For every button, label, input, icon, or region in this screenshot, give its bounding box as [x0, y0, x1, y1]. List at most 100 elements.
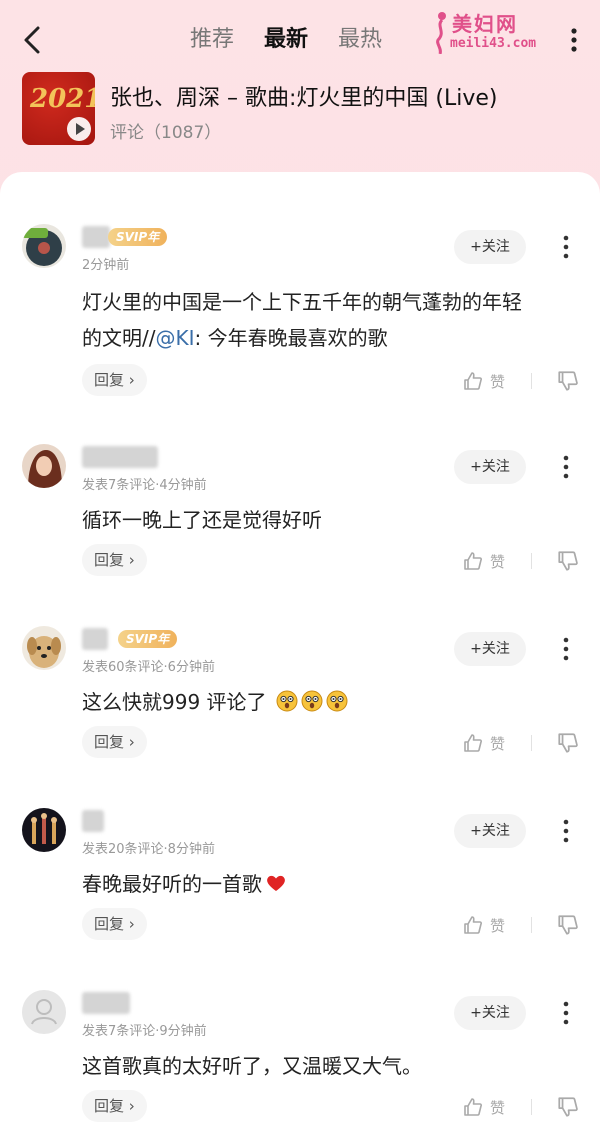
comment-text-body: 这么快就999 评论了: [82, 690, 267, 714]
top-bar: 推荐 最新 最热 美妇网 meili43.com: [0, 0, 600, 80]
play-icon[interactable]: [67, 117, 91, 141]
chevron-right-icon: ›: [128, 1097, 135, 1115]
divider: [531, 735, 532, 751]
thumbs-down-icon[interactable]: [556, 1095, 580, 1119]
reply-button[interactable]: 回复 ›: [82, 726, 147, 758]
follow-button[interactable]: +关注: [454, 230, 526, 264]
comment-more-icon[interactable]: [560, 636, 572, 662]
comment-meta: 2分钟前: [82, 258, 130, 273]
song-cover[interactable]: 2021: [22, 72, 95, 145]
thumbs-up-icon: [464, 1098, 482, 1116]
tab-recommended[interactable]: 推荐: [190, 24, 234, 56]
comment-meta: 发表7条评论·9分钟前: [82, 1024, 207, 1039]
avatar[interactable]: [22, 808, 66, 852]
divider: [531, 373, 532, 389]
follow-button[interactable]: +关注: [454, 632, 526, 666]
comment-text: 灯火里的中国是一个上下五千年的朝气蓬勃的年轻 的文明//@KI: 今年春晚最喜欢…: [82, 284, 582, 356]
reply-button[interactable]: 回复 ›: [82, 1090, 147, 1122]
comment-list: SVIP年 2分钟前 +关注 灯火里的中国是一个上下五千年的朝气蓬勃的年轻 的文…: [0, 172, 600, 1144]
thumbs-down-icon[interactable]: [556, 731, 580, 755]
avatar[interactable]: [22, 224, 66, 268]
follow-button[interactable]: +关注: [454, 450, 526, 484]
comment-text-line: 灯火里的中国是一个上下五千年的朝气蓬勃的年轻: [82, 290, 522, 314]
chevron-right-icon: ›: [128, 915, 135, 933]
like-button[interactable]: 赞: [462, 910, 505, 940]
watermark-url: meili43.com: [450, 36, 537, 51]
comment-text: 这首歌真的太好听了，又温暖又大气。: [82, 1054, 422, 1078]
like-button[interactable]: 赞: [462, 366, 505, 396]
reply-label: 回复: [94, 551, 125, 569]
back-arrow-icon[interactable]: [18, 22, 50, 58]
thumbs-down-icon[interactable]: [556, 369, 580, 393]
username-redacted: [82, 628, 108, 650]
username-redacted: [82, 446, 158, 468]
username-redacted: [82, 226, 110, 248]
tab-latest[interactable]: 最新: [264, 24, 308, 56]
username-redacted: [82, 992, 130, 1014]
thumbs-up-icon: [464, 916, 482, 934]
like-button[interactable]: 赞: [462, 728, 505, 758]
divider: [531, 553, 532, 569]
comment-text: 春晚最好听的一首歌: [82, 866, 582, 902]
mention-link[interactable]: @KI: [155, 326, 194, 350]
thumbs-down-icon[interactable]: [556, 913, 580, 937]
reply-button[interactable]: 回复 ›: [82, 908, 147, 940]
chevron-right-icon: ›: [128, 551, 135, 569]
divider: [531, 917, 532, 933]
watermark-title: 美妇网: [452, 12, 518, 36]
comment-sort-tabs: 推荐 最新 最热: [190, 24, 382, 56]
avatar[interactable]: [22, 990, 66, 1034]
reply-button[interactable]: 回复 ›: [82, 544, 147, 576]
comment-more-icon[interactable]: [560, 818, 572, 844]
comment-count: 评论（1087）: [110, 118, 221, 143]
comments-count: （1087）: [144, 123, 222, 143]
avatar[interactable]: [22, 626, 66, 670]
woman-silhouette-icon: [436, 12, 446, 54]
reply-label: 回复: [94, 371, 125, 389]
reply-button[interactable]: 回复 ›: [82, 364, 147, 396]
red-heart-icon: [262, 872, 287, 896]
comment-text-line: 的文明//: [82, 326, 156, 350]
chevron-right-icon: ›: [128, 371, 135, 389]
like-label: 赞: [490, 1098, 506, 1117]
more-options-icon[interactable]: [568, 26, 580, 54]
comment-meta: 发表7条评论·4分钟前: [82, 478, 207, 493]
thumbs-up-icon: [464, 734, 482, 752]
watermark-logo: 美妇网 meili43.com: [430, 8, 545, 56]
comment-text: 循环一晚上了还是觉得好听: [82, 508, 322, 532]
astonished-emoji-icon: [273, 690, 348, 714]
like-label: 赞: [490, 372, 506, 391]
thumbs-up-icon: [464, 372, 482, 390]
like-label: 赞: [490, 916, 506, 935]
avatar[interactable]: [22, 444, 66, 488]
divider: [531, 1099, 532, 1115]
song-title: 张也、周深 – 歌曲:灯火里的中国 (Live): [110, 86, 498, 111]
reply-label: 回复: [94, 915, 125, 933]
cover-art-text: 2021: [30, 84, 95, 114]
like-label: 赞: [490, 552, 506, 571]
thumbs-up-icon: [464, 552, 482, 570]
comment-meta: 发表20条评论·8分钟前: [82, 842, 215, 857]
like-label: 赞: [490, 734, 506, 753]
comment-meta: 发表60条评论·6分钟前: [82, 660, 215, 675]
tab-hottest[interactable]: 最热: [338, 24, 382, 56]
comment-text-body: 春晚最好听的一首歌: [82, 872, 262, 896]
comment-more-icon[interactable]: [560, 234, 572, 260]
svip-badge: SVIP年: [118, 630, 178, 648]
like-button[interactable]: 赞: [462, 546, 505, 576]
username-redacted: [82, 810, 104, 832]
comment-text-tail: : 今年春晚最喜欢的歌: [194, 326, 388, 350]
song-info[interactable]: 2021 张也、周深 – 歌曲:灯火里的中国 (Live) 评论（1087）: [22, 72, 582, 146]
chevron-right-icon: ›: [128, 733, 135, 751]
follow-button[interactable]: +关注: [454, 814, 526, 848]
comments-label: 评论: [110, 123, 144, 143]
like-button[interactable]: 赞: [462, 1092, 505, 1122]
reply-label: 回复: [94, 733, 125, 751]
thumbs-down-icon[interactable]: [556, 549, 580, 573]
comment-more-icon[interactable]: [560, 1000, 572, 1026]
comment-text: 这么快就999 评论了: [82, 684, 582, 720]
follow-button[interactable]: +关注: [454, 996, 526, 1030]
comment-more-icon[interactable]: [560, 454, 572, 480]
svip-badge: SVIP年: [108, 228, 168, 246]
reply-label: 回复: [94, 1097, 125, 1115]
